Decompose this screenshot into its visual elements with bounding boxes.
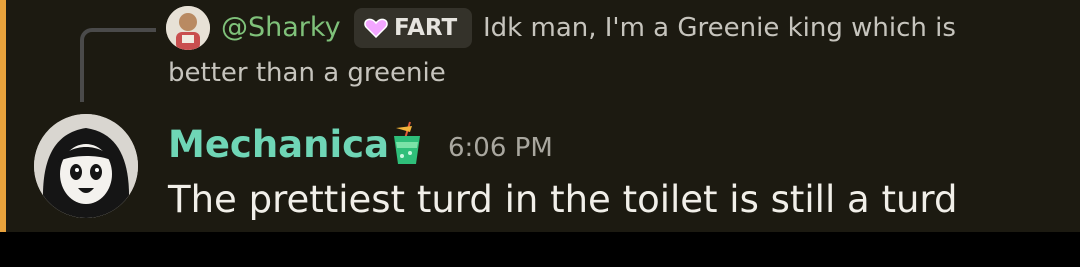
reply-author-name[interactable]: @Sharky	[221, 10, 341, 46]
heart-icon	[364, 18, 388, 38]
message-author-name[interactable]: Mechanica	[168, 122, 389, 168]
reply-preview-text-continued[interactable]: better than a greenie	[168, 55, 446, 91]
tag-label: FART	[394, 15, 458, 41]
mention-highlight-bar	[0, 0, 6, 232]
reply-author-tag[interactable]: FART	[354, 8, 472, 48]
reply-author-avatar-icon[interactable]	[166, 6, 210, 50]
reply-connector-line	[80, 28, 156, 102]
message-timestamp: 6:06 PM	[448, 133, 553, 163]
reply-preview-text[interactable]: Idk man, I'm a Greenie king which is	[483, 10, 956, 46]
chat-message[interactable]: @Sharky FART Idk man, I'm a Greenie king…	[0, 0, 1080, 232]
tropical-drink-icon	[394, 121, 420, 164]
message-content[interactable]: The prettiest turd in the toilet is stil…	[168, 176, 957, 224]
author-avatar-icon[interactable]	[34, 114, 138, 218]
